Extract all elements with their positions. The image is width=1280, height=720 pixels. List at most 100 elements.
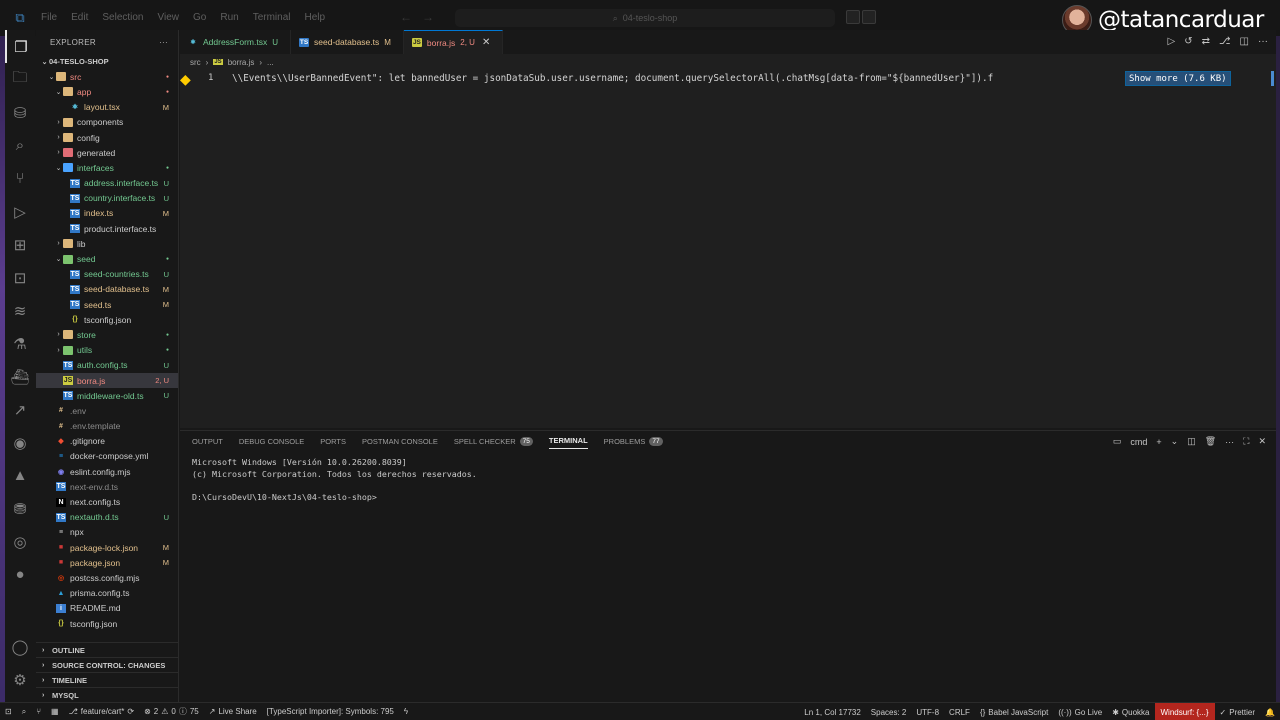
live-share-button[interactable]: ↗ Live Share (204, 707, 262, 716)
indentation[interactable]: Spaces: 2 (866, 708, 912, 717)
tab-borra-js[interactable]: JS borra.js 2, U ✕ (403, 30, 504, 54)
breadcrumb-more[interactable]: ... (267, 58, 274, 67)
run-icon[interactable]: ▷ (1168, 36, 1176, 47)
shell-name[interactable]: cmd (1130, 437, 1147, 447)
windsurf-status[interactable]: Windsurf: {...} (1154, 703, 1215, 720)
git-icon[interactable]: ⎇ (1219, 36, 1231, 47)
tree-file-tsconfig-json[interactable]: {} tsconfig.json (36, 312, 178, 327)
breadcrumb-file[interactable]: borra.js (228, 58, 255, 67)
panel-tab-spell-checker[interactable]: SPELL CHECKER 75 (454, 436, 533, 449)
terminal-output[interactable]: Microsoft Windows [Versión 10.0.26200.80… (192, 457, 477, 503)
postman-icon[interactable]: ◎ (5, 525, 35, 558)
tab-seed-database-ts[interactable]: TS seed-database.ts M (291, 30, 404, 54)
split-editor-icon[interactable]: ◫ (1240, 36, 1249, 47)
tree-file-eslint-config-mjs[interactable]: ◉ eslint.config.mjs (36, 464, 178, 479)
tree-folder-generated[interactable]: › generated (36, 145, 178, 160)
tree-file-address-interface-ts[interactable]: TS address.interface.ts U (36, 176, 178, 191)
search-icon[interactable]: ⌕ (17, 707, 31, 717)
source-control-icon[interactable]: ⑂ (5, 162, 35, 195)
code-editor[interactable]: ◆ 1 ⁠\\Events\\UserBannedEvent": let ban… (180, 70, 1276, 428)
codeium-icon[interactable]: ◉ (5, 426, 35, 459)
tree-folder-config[interactable]: › config (36, 130, 178, 145)
panel-tab-postman-console[interactable]: POSTMAN CONSOLE (362, 436, 438, 449)
close-icon[interactable]: ✕ (482, 37, 490, 48)
chevron-down-icon[interactable]: ⌄ (1171, 436, 1179, 447)
tree-folder-store[interactable]: › store ● (36, 327, 178, 342)
section-timeline[interactable]: › TIMELINE (36, 672, 179, 687)
remote-icon[interactable]: ⊡ (5, 261, 35, 294)
section-mysql[interactable]: › MYSQL (36, 687, 179, 702)
go-live-button[interactable]: ((·)) Go Live (1053, 708, 1107, 717)
prisma-icon[interactable]: ▲ (5, 459, 35, 492)
more-actions-icon[interactable]: ··· (1225, 437, 1234, 447)
command-center[interactable]: ⌕ 04-teslo-shop (455, 9, 835, 27)
workspace-root[interactable]: ⌄ 04-TESLO-SHOP (36, 54, 178, 69)
new-terminal-icon[interactable]: + (1156, 437, 1161, 447)
windsurf-icon[interactable]: ≋ (5, 294, 35, 327)
language-mode[interactable]: {} Babel JavaScript (975, 708, 1053, 717)
notifications-icon[interactable]: 🔔 (1260, 708, 1280, 717)
settings-gear-icon[interactable]: ⚙ (5, 663, 35, 696)
pulse-icon[interactable]: ϟ (399, 707, 413, 716)
tree-folder-seed[interactable]: ⌄ seed ● (36, 251, 178, 266)
history-icon[interactable]: ↺ (1184, 36, 1192, 47)
run-debug-icon[interactable]: ▷ (5, 195, 35, 228)
tree-file-country-interface-ts[interactable]: TS country.interface.ts U (36, 191, 178, 206)
tree-file-docker-compose-yml[interactable]: ≡ docker-compose.yml (36, 449, 178, 464)
tree-file--env[interactable]: # .env (36, 403, 178, 418)
tree-file-layout-tsx[interactable]: ⚛ layout.tsx M (36, 100, 178, 115)
section-outline[interactable]: › OUTLINE (36, 642, 179, 657)
extensions-icon[interactable]: ⊞ (5, 228, 35, 261)
quokka-button[interactable]: ✱ Quokka (1107, 708, 1154, 717)
layout-icon[interactable]: ▦ (46, 707, 64, 716)
tree-file-product-interface-ts[interactable]: TS product.interface.ts (36, 221, 178, 236)
encoding[interactable]: UTF-8 (911, 708, 944, 717)
account-icon[interactable]: ◯ (5, 630, 35, 663)
tree-folder-components[interactable]: › components (36, 115, 178, 130)
split-terminal-icon[interactable]: ◫ (1187, 436, 1196, 447)
forward-arrow-icon[interactable]: → (422, 10, 434, 24)
breadcrumb-src[interactable]: src (190, 58, 201, 67)
tab-addressform-tsx[interactable]: ⚛ AddressForm.tsx U (180, 30, 292, 54)
copilot-icon[interactable] (846, 10, 860, 24)
docker-icon[interactable]: ⛴ (5, 360, 35, 393)
tree-file-seed-database-ts[interactable]: TS seed-database.ts M (36, 282, 178, 297)
copilot-dropdown-icon[interactable] (862, 10, 876, 24)
tree-folder-src[interactable]: ⌄ src ● (36, 69, 178, 84)
panel-tab-terminal[interactable]: TERMINAL (548, 436, 588, 449)
tree-file-prisma-config-ts[interactable]: ▲ prisma.config.ts (36, 586, 178, 601)
files-icon[interactable]: 🗀 (5, 63, 35, 96)
tree-file--gitignore[interactable]: ◆ .gitignore (36, 434, 178, 449)
tree-file-auth-config-ts[interactable]: TS auth.config.ts U (36, 358, 178, 373)
more-actions-icon[interactable]: ··· (159, 38, 168, 47)
database-client-icon[interactable]: ⛃ (5, 492, 35, 525)
database-icon[interactable]: ⛁ (5, 96, 35, 129)
more-actions-icon[interactable]: ··· (1258, 36, 1268, 47)
code-text[interactable]: ⁠\\Events\\UserBannedEvent": let bannedU… (232, 73, 993, 84)
tree-folder-utils[interactable]: › utils ● (36, 343, 178, 358)
explorer-icon[interactable]: ❐ (5, 30, 35, 63)
tree-file-seed-countries-ts[interactable]: TS seed-countries.ts U (36, 267, 178, 282)
section-source-control-changes[interactable]: › SOURCE CONTROL: CHANGES (36, 657, 179, 672)
source-control-icon[interactable]: ⑂ (31, 707, 46, 716)
tree-file-next-config-ts[interactable]: Nnext.config.ts (36, 494, 178, 509)
compare-icon[interactable]: ⇄ (1202, 36, 1210, 47)
tree-file-readme-md[interactable]: i README.md (36, 601, 178, 616)
maximize-panel-icon[interactable]: ⛶ (1243, 436, 1249, 447)
panel-tab-debug-console[interactable]: DEBUG CONSOLE (239, 436, 304, 449)
branch-indicator[interactable]: ⎇ feature/cart* ⟳ (64, 707, 140, 716)
github-icon[interactable]: ● (5, 558, 35, 591)
back-arrow-icon[interactable]: ← (400, 10, 412, 24)
live-share-icon[interactable]: ↗ (5, 393, 35, 426)
tree-file-next-env-d-ts[interactable]: TS next-env.d.ts (36, 479, 178, 494)
tree-file-package-lock-json[interactable]: ■ package-lock.json M (36, 540, 178, 555)
tree-file-borra-js[interactable]: JS borra.js 2, U (36, 372, 178, 389)
tree-folder-lib[interactable]: › lib (36, 236, 178, 251)
problems-indicator[interactable]: ⊗ 2 ⚠ 0 ⓘ 75 (139, 706, 204, 717)
ts-importer-status[interactable]: [TypeScript Importer]: Symbols: 795 (262, 707, 399, 716)
tree-file-package-json[interactable]: ■ package.json M (36, 555, 178, 570)
cursor-position[interactable]: Ln 1, Col 17732 (799, 708, 866, 717)
tree-file-nextauth-d-ts[interactable]: TS nextauth.d.ts U (36, 510, 178, 525)
close-icon[interactable]: ✕ (1258, 436, 1266, 447)
tree-file-npx[interactable]: ≡ npx (36, 525, 178, 540)
